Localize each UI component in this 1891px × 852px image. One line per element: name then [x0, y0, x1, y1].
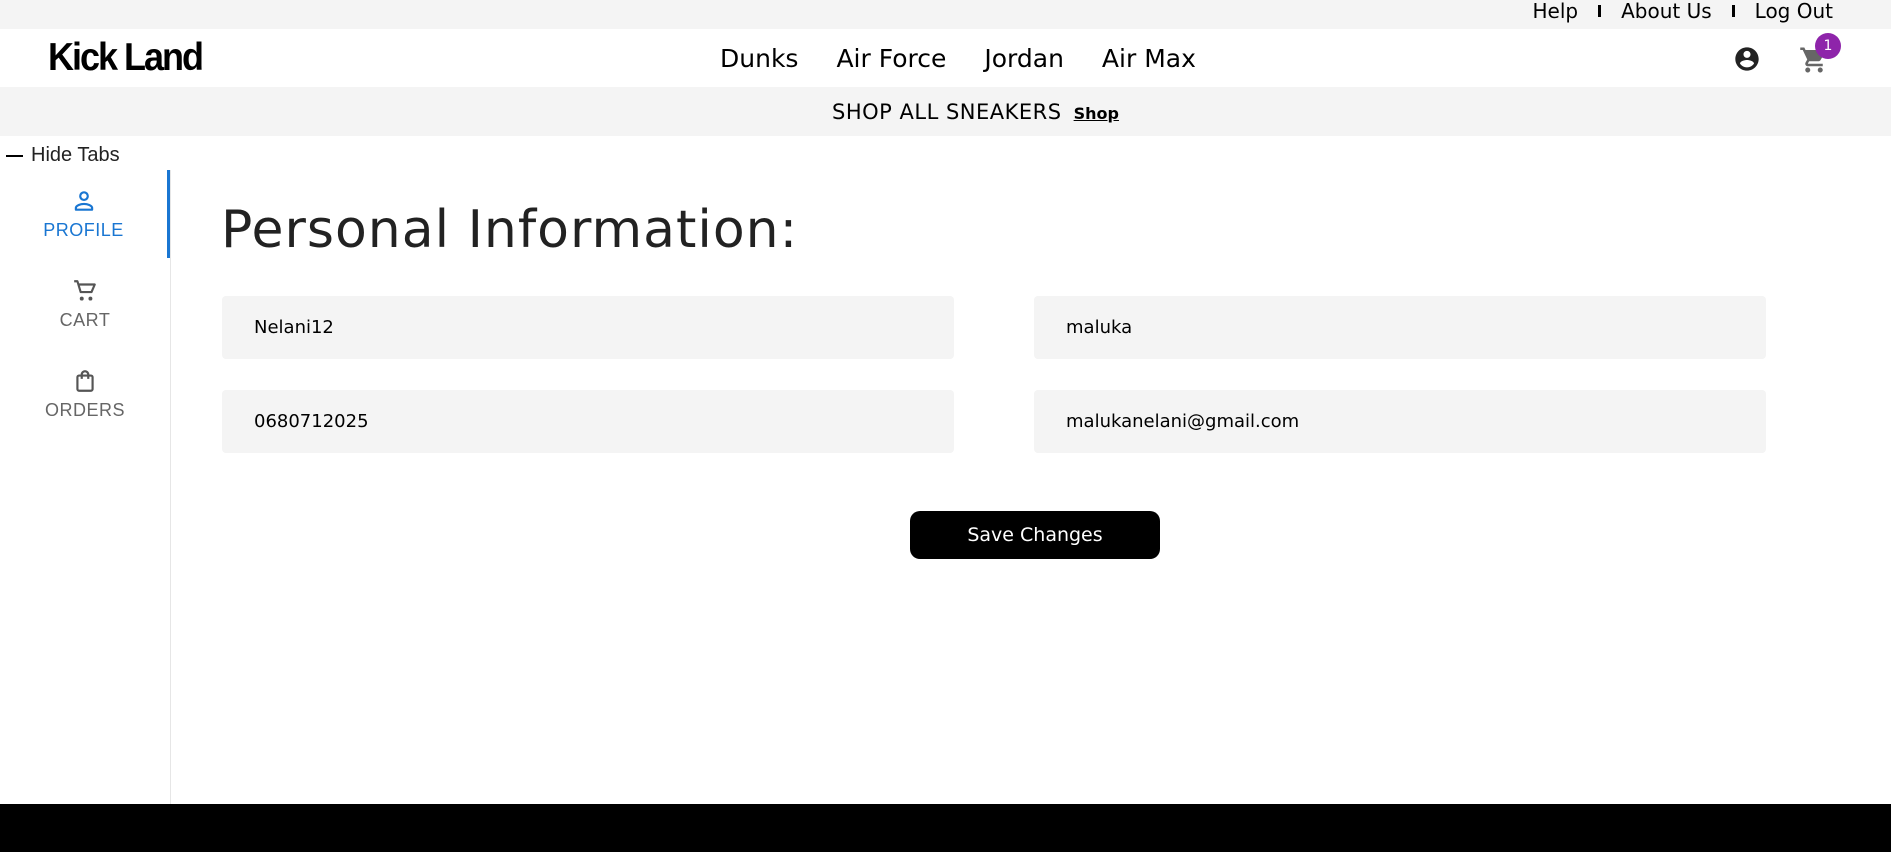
page-title: Personal Information:: [221, 200, 799, 260]
hide-tabs-label: Hide Tabs: [31, 144, 120, 166]
tab-profile[interactable]: PROFILE: [0, 170, 170, 258]
cart-icon: [74, 279, 96, 301]
tab-cart[interactable]: CART: [0, 260, 170, 348]
divider: [1598, 5, 1602, 17]
tab-profile-label: PROFILE: [43, 219, 124, 240]
person-icon: [74, 190, 93, 211]
help-link[interactable]: Help: [1533, 0, 1579, 23]
account-sidebar: PROFILE CART ORDERS: [0, 170, 171, 804]
shop-link[interactable]: Shop: [1074, 104, 1119, 123]
log-out-link[interactable]: Log Out: [1755, 0, 1833, 23]
site-logo[interactable]: Kick Land: [48, 34, 204, 79]
nav-air-force[interactable]: Air Force: [836, 44, 946, 73]
divider: [1731, 5, 1735, 17]
site-header: Kick Land Dunks Air Force Jordan Air Max…: [0, 29, 1891, 87]
hide-tabs-toggle[interactable]: Hide Tabs: [6, 144, 120, 167]
tab-orders[interactable]: ORDERS: [0, 350, 170, 438]
promo-banner: SHOP ALL SNEAKERS Shop: [0, 87, 1891, 136]
tab-cart-label: CART: [59, 309, 111, 330]
cart-count-badge: 1: [1815, 33, 1841, 59]
nav-dunks[interactable]: Dunks: [720, 44, 798, 73]
phone-field[interactable]: [222, 390, 954, 453]
account-icon[interactable]: [1733, 45, 1761, 73]
minus-icon: [6, 154, 23, 157]
username-field[interactable]: [222, 296, 954, 359]
utility-bar: Help About Us Log Out: [0, 0, 1891, 29]
nav-jordan[interactable]: Jordan: [984, 44, 1064, 73]
nav-air-max[interactable]: Air Max: [1102, 44, 1196, 73]
surname-field[interactable]: [1034, 296, 1766, 359]
footer: [0, 804, 1891, 852]
main-nav: Dunks Air Force Jordan Air Max: [720, 44, 1196, 73]
promo-text: SHOP ALL SNEAKERS: [832, 99, 1062, 124]
utility-links: Help About Us Log Out: [1533, 0, 1834, 23]
about-us-link[interactable]: About Us: [1621, 0, 1712, 23]
tab-orders-label: ORDERS: [44, 399, 125, 420]
shopping-bag-icon: [76, 369, 94, 392]
save-changes-button[interactable]: Save Changes: [910, 511, 1160, 559]
email-field[interactable]: [1034, 390, 1766, 453]
